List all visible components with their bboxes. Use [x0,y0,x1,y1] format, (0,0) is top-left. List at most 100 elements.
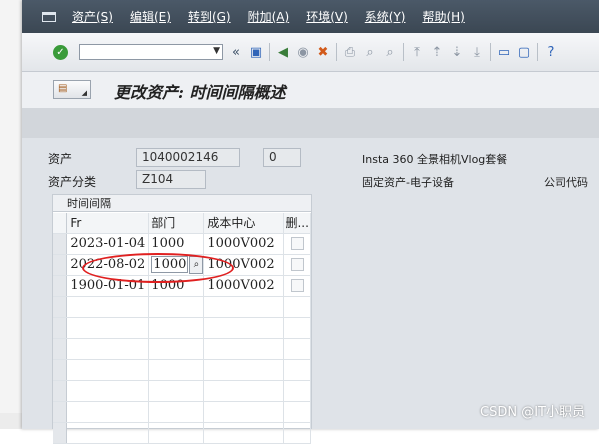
asset-description: Insta 360 全景相机Vlog套餐 [362,153,508,166]
empty-row [53,338,311,360]
save-icon[interactable]: ▣ [249,45,263,60]
empty-row [53,401,311,423]
row-selector[interactable] [53,275,68,297]
back-arrows-icon[interactable]: « [229,45,243,60]
asset-label: 资产 [48,152,73,166]
row-selector[interactable] [53,233,68,255]
empty-cell [283,317,311,339]
next-page-icon[interactable]: ⇣ [450,45,464,60]
empty-row [53,380,311,402]
group-title: 时间间隔 [53,195,311,212]
empty-cell [66,317,150,339]
time-interval-table: Fr 部门 成本中心 删... 2023-01-04 1000 1000V002… [53,213,311,444]
watermark: CSDN @IT小职员 [480,405,585,420]
empty-cell [148,422,205,444]
from-date-cell[interactable]: 2023-01-04 [66,233,150,255]
toolbar-separator [490,43,491,61]
empty-cell [203,296,285,318]
empty-cell [66,338,150,360]
delete-checkbox[interactable] [290,258,304,271]
row-selector [53,422,68,444]
row-selector [53,317,68,339]
menu-system[interactable]: 系统(Y) [365,8,406,25]
services-icon: ▤ [58,83,68,94]
menu-environment[interactable]: 环境(V) [306,8,348,25]
empty-cell [66,422,150,444]
empty-row [53,317,311,339]
empty-cell [66,359,150,381]
row-selector [53,401,68,423]
row-selector [53,380,68,402]
menu-asset[interactable]: 资产(S) [72,8,113,25]
empty-cell [203,401,285,423]
menu-help[interactable]: 帮助(H) [422,8,464,25]
application-toolbar [22,108,599,138]
empty-cell [283,422,311,444]
sap-window: 资产(S) 编辑(E) 转到(G) 附加(A) 环境(V) 系统(Y) 帮助(H… [22,0,599,444]
back-icon[interactable]: ◀ [276,45,290,60]
empty-cell [283,380,311,402]
asset-class-description: 固定资产-电子设备 [362,176,454,189]
empty-cell [148,296,205,318]
cost-center-cell[interactable]: 1000V002 [203,275,285,297]
empty-cell [203,338,285,360]
delete-checkbox[interactable] [290,279,304,292]
delete-checkbox[interactable] [290,237,304,250]
empty-cell [66,401,150,423]
cancel-icon[interactable]: ✖ [316,45,330,60]
menu-edit[interactable]: 编辑(E) [130,8,171,25]
enter-check-icon[interactable]: ✓ [53,44,68,60]
menu-bar: 资产(S) 编辑(E) 转到(G) 附加(A) 环境(V) 系统(Y) 帮助(H… [22,0,599,33]
empty-cell [203,359,285,381]
asset-class-field: Z104 [136,170,206,189]
shortcut-icon[interactable]: ▢ [517,45,531,60]
column-header-department[interactable]: 部门 [148,213,205,234]
window-menu-icon[interactable] [42,11,56,22]
toolbar-separator [269,43,270,61]
prev-page-icon[interactable]: ⇡ [430,45,444,60]
delete-cell [283,233,311,255]
column-header-cost-center[interactable]: 成本中心 [203,213,285,234]
services-for-object-button[interactable]: ▤ ◢ [53,80,91,99]
page-title: 更改资产: 时间间隔概述 [114,83,286,102]
exit-icon[interactable]: ◉ [296,45,310,60]
asset-number-field: 1040002146 [136,148,240,167]
help-icon[interactable]: ? [544,45,558,60]
empty-row [53,422,311,444]
find-icon[interactable]: ⌕ [363,45,377,60]
empty-cell [148,401,205,423]
empty-cell [148,317,205,339]
empty-cell [203,317,285,339]
empty-cell [148,359,205,381]
empty-cell [148,380,205,402]
select-all-cell[interactable] [53,213,68,234]
cost-center-cell[interactable]: 1000V002 [203,233,285,255]
row-selector [53,296,68,318]
find-next-icon[interactable]: ⌕ [383,45,397,60]
toolbar-separator [537,43,538,61]
department-cell[interactable]: 1000 [148,233,205,255]
new-session-icon[interactable]: ▭ [497,45,511,60]
menu-extras[interactable]: 附加(A) [248,8,290,25]
background-window-footer [0,413,22,429]
command-dropdown-icon[interactable]: ▼ [213,46,220,56]
empty-cell [66,296,150,318]
time-interval-group: 时间间隔 Fr 部门 成本中心 删... 2023-01-04 1000 100… [52,194,312,444]
column-header-from[interactable]: Fr [66,213,150,234]
row-selector[interactable] [53,254,68,276]
delete-cell [283,275,311,297]
menu-goto[interactable]: 转到(G) [188,8,231,25]
print-icon[interactable]: ⎙ [343,45,357,60]
first-page-icon[interactable]: ⤒ [410,45,424,60]
toolbar-separator [403,43,404,61]
system-toolbar: ✓ ▼ « ▣ ◀ ◉ ✖ ⎙ ⌕ ⌕ ⤒ ⇡ ⇣ ⤓ ▭ ▢ ? [22,33,599,72]
empty-cell [203,422,285,444]
column-header-delete[interactable]: 删... [283,213,311,234]
last-page-icon[interactable]: ⤓ [470,45,484,60]
empty-cell [283,401,311,423]
asset-class-label: 资产分类 [48,175,97,189]
menu-triangle-icon: ◢ [81,89,87,97]
empty-cell [283,296,311,318]
command-field[interactable]: ▼ [79,44,223,60]
empty-row [53,359,311,381]
